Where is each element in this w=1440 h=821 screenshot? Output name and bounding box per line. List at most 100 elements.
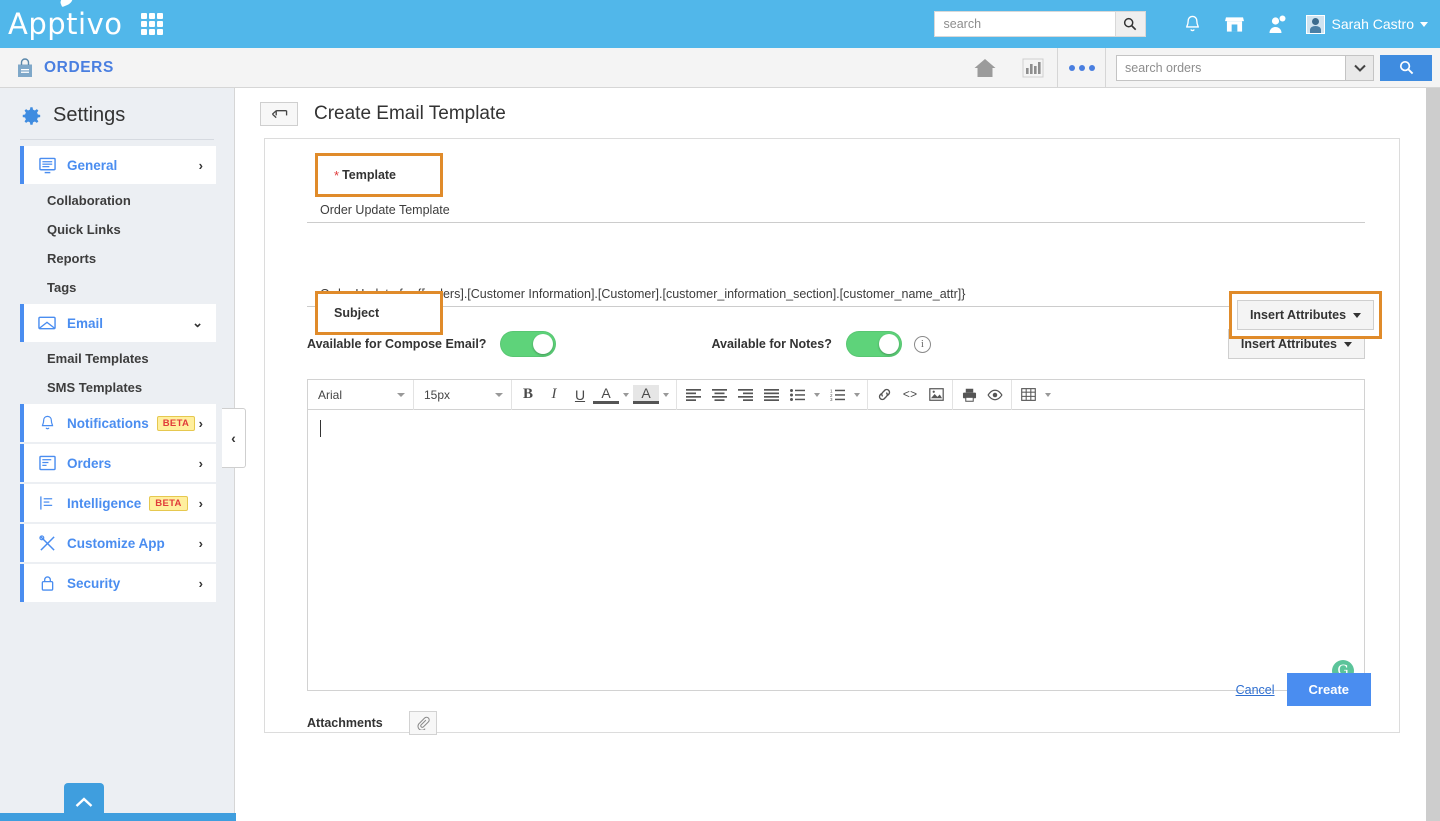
info-icon[interactable]: i [913,335,931,353]
brand-name: Apptivo [8,6,123,41]
template-name-input[interactable] [307,199,1365,223]
sidebar-title: Settings [53,104,126,126]
sidebar-subitem-email-templates[interactable]: Email Templates [0,344,234,373]
avatar[interactable] [1305,14,1325,34]
required-asterisk: * [334,167,340,183]
bullet-list-dropdown-icon[interactable] [814,392,820,397]
orders-search-box[interactable] [1116,54,1374,81]
italic-icon[interactable]: I [541,382,567,408]
attachments-row: Attachments [265,711,1399,735]
insert-attributes-highlight: Insert Attributes [1229,291,1382,339]
sidebar-item-customize-app[interactable]: Customize App › [20,524,216,562]
sidebar-divider [20,139,214,140]
notes-toggle[interactable] [845,331,902,357]
align-right-icon[interactable] [732,382,758,408]
underline-icon[interactable]: U [567,382,593,408]
numbered-list-icon[interactable]: 123 [824,382,850,408]
paperclip-icon [417,716,430,730]
tools-icon [38,534,56,552]
align-left-icon[interactable] [680,382,706,408]
chevron-right-icon: › [198,535,203,551]
bullet-list-icon[interactable] [784,382,810,408]
sidebar-subitem-collaboration[interactable]: Collaboration [0,186,234,215]
highlight-color-dropdown-icon[interactable] [663,392,669,397]
orders-search-button[interactable] [1380,54,1432,81]
sidebar-item-intelligence[interactable]: Intelligence BETA › [20,484,216,522]
home-button[interactable] [961,48,1009,88]
brand-logo[interactable]: Apptivo [8,0,123,41]
sidebar-subitem-reports[interactable]: Reports [0,244,234,273]
create-email-template-form: * Template Subject Insert Attributes [264,138,1400,735]
chevron-right-icon: › [198,495,203,511]
chevron-down-icon [495,392,503,397]
preview-eye-icon[interactable] [982,382,1008,408]
create-button[interactable]: Create [1286,673,1371,706]
chevron-down-icon [1353,64,1366,72]
align-justify-icon[interactable] [758,382,784,408]
sidebar-item-orders[interactable]: Orders › [20,444,216,482]
insert-attributes-button-subject[interactable]: Insert Attributes [1236,300,1375,330]
editor-body[interactable]: G [308,410,1364,690]
global-search-input[interactable] [934,12,1115,36]
global-search-button[interactable] [1114,12,1145,36]
store-button[interactable] [1222,11,1248,37]
attachments-label: Attachments [307,716,383,730]
font-size-select[interactable]: 15px [414,379,512,410]
chevron-down-icon[interactable] [1420,21,1428,27]
sidebar-subitem-sms-templates[interactable]: SMS Templates [0,373,234,402]
image-icon[interactable] [923,382,949,408]
chevron-down-icon [1344,341,1352,347]
table-icon[interactable] [1015,382,1041,408]
chevron-right-icon: › [198,575,203,591]
print-icon[interactable] [956,382,982,408]
attachment-button[interactable] [408,711,437,735]
subject-input[interactable] [307,283,1365,307]
text-color-dropdown-icon[interactable] [623,392,629,397]
sidebar-header: Settings [0,88,234,127]
back-arrow-icon [271,110,287,119]
sidebar-subitem-tags[interactable]: Tags [0,273,234,302]
sidebar-item-label: Email [67,315,104,331]
sidebar-item-security[interactable]: Security › [20,564,216,602]
reports-button[interactable] [1009,48,1057,88]
highlight-color-icon[interactable]: A [633,385,659,404]
notifications-bell-button[interactable] [1180,11,1206,37]
chevron-right-icon: › [198,455,203,471]
table-dropdown-icon[interactable] [1045,392,1051,397]
sidebar-subitem-quick-links[interactable]: Quick Links [0,215,234,244]
general-screen-icon [38,156,56,174]
bold-icon[interactable]: B [515,382,541,408]
orders-search-area [1105,47,1440,88]
chevron-down-icon [397,392,405,397]
compose-email-toggle[interactable] [500,331,557,357]
add-person-button[interactable] [1264,11,1290,37]
sidebar-item-label: Intelligence [67,495,142,511]
cancel-button[interactable]: Cancel [1236,683,1275,697]
link-icon[interactable] [871,382,897,408]
chevron-left-icon: ‹ [231,430,236,446]
sidebar-item-email[interactable]: Email ⌄ [20,304,216,342]
bar-chart-icon [1022,58,1044,77]
page-scrollbar[interactable] [1426,88,1440,821]
beta-badge: BETA [149,495,188,511]
orders-search-dropdown[interactable] [1345,55,1373,80]
orders-search-input[interactable] [1117,55,1345,80]
sidebar-collapse-handle[interactable]: ‹ [222,408,246,468]
global-search[interactable] [933,11,1146,37]
insert-group: <> [868,379,953,410]
code-icon[interactable]: <> [897,382,923,408]
more-options-button[interactable] [1057,47,1105,88]
align-center-icon[interactable] [706,382,732,408]
text-color-icon[interactable]: A [593,385,619,404]
font-family-select[interactable]: Arial [308,379,414,410]
back-button[interactable] [260,102,298,126]
grid-apps-icon[interactable] [140,13,163,35]
subject-label: Subject [334,306,380,320]
sidebar-item-general[interactable]: General › [20,146,216,184]
numbered-list-dropdown-icon[interactable] [854,392,860,397]
page-header: Create Email Template [236,88,1440,138]
sidebar-item-notifications[interactable]: Notifications BETA › [20,404,216,442]
beta-badge: BETA [156,415,196,431]
app-name: ORDERS [44,58,114,76]
store-icon [1225,17,1244,32]
